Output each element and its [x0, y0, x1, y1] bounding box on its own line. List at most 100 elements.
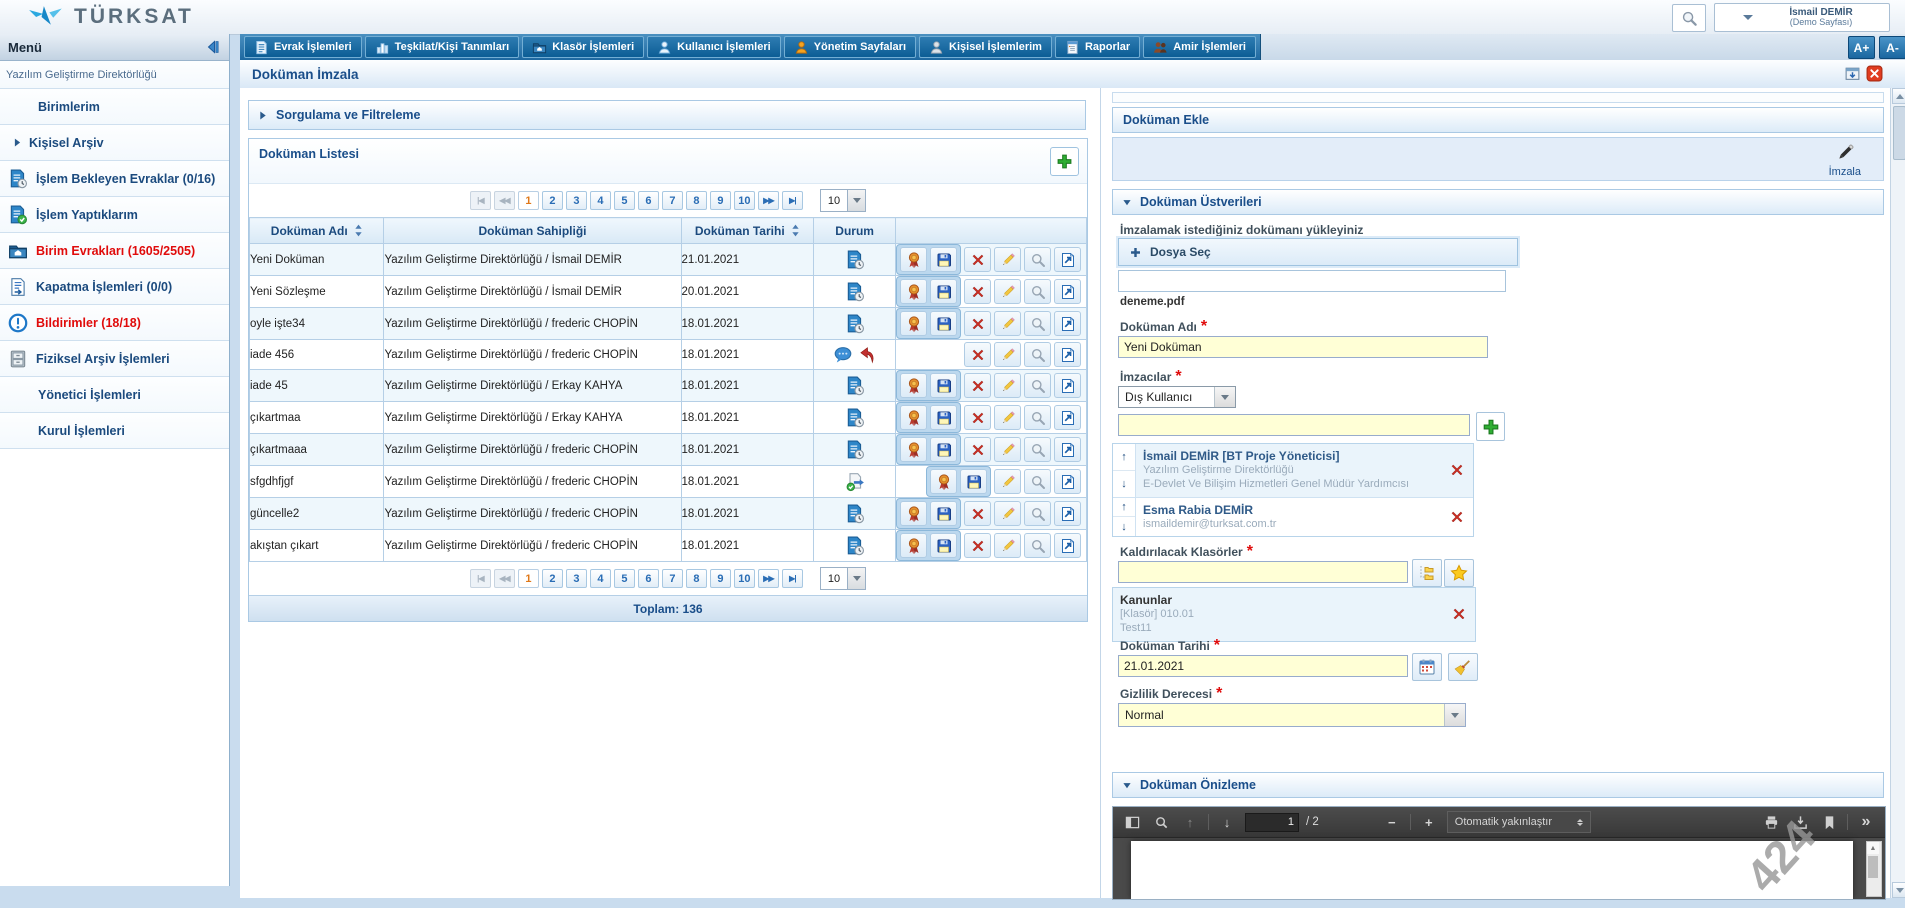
- sign-button[interactable]: [900, 405, 927, 430]
- pdf-scrollbar[interactable]: ▲: [1866, 841, 1882, 897]
- delete-button[interactable]: [964, 279, 991, 304]
- calendar-button[interactable]: [1412, 653, 1442, 681]
- page-7-button[interactable]: 7: [662, 569, 683, 588]
- sidebar-item-kurul-i-lemleri[interactable]: Kurul İşlemleri: [0, 413, 229, 449]
- tab-kullan-c-i-lemleri[interactable]: Kullanıcı İşlemleri: [647, 36, 781, 58]
- open-button[interactable]: [1054, 342, 1081, 367]
- save-button[interactable]: [960, 469, 987, 494]
- pdf-search-icon[interactable]: [1150, 811, 1172, 833]
- page-size-select[interactable]: 10: [820, 189, 866, 212]
- page-9-button[interactable]: 9: [710, 569, 731, 588]
- pdf-bookmark-icon[interactable]: [1818, 811, 1840, 833]
- privacy-select[interactable]: Normal: [1118, 703, 1466, 727]
- page-5-button[interactable]: 5: [614, 569, 635, 588]
- remove-signer-button[interactable]: [1441, 498, 1473, 537]
- open-button[interactable]: [1054, 437, 1081, 462]
- delete-button[interactable]: [964, 373, 991, 398]
- open-button[interactable]: [1054, 279, 1081, 304]
- pdf-page-input[interactable]: [1245, 813, 1299, 832]
- sign-button[interactable]: [900, 311, 927, 336]
- sign-button[interactable]: [900, 247, 927, 272]
- metadata-accordion[interactable]: Doküman Üstverileri: [1112, 189, 1884, 215]
- sign-button[interactable]: [900, 533, 927, 558]
- page-6-button[interactable]: 6: [638, 191, 659, 210]
- add-document-button[interactable]: [1050, 147, 1079, 176]
- sidebar-item-bildirimler-18-18[interactable]: Bildirimler (18/18): [0, 305, 229, 341]
- prev-page-button[interactable]: ◀◀: [494, 569, 515, 588]
- sign-button[interactable]: [900, 437, 927, 462]
- next-page-button[interactable]: ▶▶: [758, 191, 779, 210]
- tab-evrak-i-lemleri[interactable]: Evrak İşlemleri: [244, 36, 362, 58]
- save-button[interactable]: [930, 405, 957, 430]
- sidebar-item-birimlerim[interactable]: Birimlerim: [0, 89, 229, 125]
- save-button[interactable]: [930, 437, 957, 462]
- view-button[interactable]: [1024, 501, 1051, 526]
- move-up-button[interactable]: ↑: [1113, 444, 1135, 471]
- page-7-button[interactable]: 7: [662, 191, 683, 210]
- add-signer-button[interactable]: [1476, 412, 1505, 441]
- open-button[interactable]: [1054, 405, 1081, 430]
- open-button[interactable]: [1054, 501, 1081, 526]
- view-button[interactable]: [1024, 469, 1051, 494]
- view-button[interactable]: [1024, 373, 1051, 398]
- search-button[interactable]: [1672, 4, 1706, 32]
- save-button[interactable]: [930, 279, 957, 304]
- delete-button[interactable]: [964, 501, 991, 526]
- open-button[interactable]: [1054, 373, 1081, 398]
- open-button[interactable]: [1054, 247, 1081, 272]
- view-button[interactable]: [1024, 342, 1051, 367]
- edit-button[interactable]: [994, 311, 1021, 336]
- sidebar-item-y-netici-i-lemleri[interactable]: Yönetici İşlemleri: [0, 377, 229, 413]
- page-8-button[interactable]: 8: [686, 569, 707, 588]
- view-button[interactable]: [1024, 533, 1051, 558]
- edit-button[interactable]: [994, 469, 1021, 494]
- last-page-button[interactable]: ▶|: [782, 569, 803, 588]
- edit-button[interactable]: [994, 533, 1021, 558]
- sign-button[interactable]: [900, 501, 927, 526]
- page-2-button[interactable]: 2: [542, 569, 563, 588]
- save-button[interactable]: [930, 533, 957, 558]
- save-button[interactable]: [930, 501, 957, 526]
- doc-name-input[interactable]: [1118, 336, 1488, 358]
- view-button[interactable]: [1024, 311, 1051, 336]
- pdf-zoom-in-icon[interactable]: +: [1418, 811, 1440, 833]
- pdf-zoom-select[interactable]: Otomatik yakınlaştır: [1447, 811, 1591, 833]
- date-input[interactable]: [1118, 655, 1408, 677]
- sign-button[interactable]: [900, 279, 927, 304]
- font-increase-button[interactable]: A+: [1848, 36, 1875, 59]
- save-button[interactable]: [930, 247, 957, 272]
- sidebar-item-i-lem-yapt-klar-m[interactable]: İşlem Yaptıklarım: [0, 197, 229, 233]
- page-1-button[interactable]: 1: [518, 569, 539, 588]
- col-doc-date[interactable]: Doküman Tarihi: [681, 218, 813, 244]
- page-5-button[interactable]: 5: [614, 191, 635, 210]
- page-2-button[interactable]: 2: [542, 191, 563, 210]
- view-button[interactable]: [1024, 437, 1051, 462]
- last-page-button[interactable]: ▶|: [782, 191, 803, 210]
- sign-button[interactable]: [930, 469, 957, 494]
- delete-button[interactable]: [964, 533, 991, 558]
- view-button[interactable]: [1024, 279, 1051, 304]
- page-4-button[interactable]: 4: [590, 191, 611, 210]
- save-button[interactable]: [930, 373, 957, 398]
- pdf-prev-page-icon[interactable]: ↑: [1179, 811, 1201, 833]
- delete-button[interactable]: [964, 247, 991, 272]
- page-10-button[interactable]: 10: [734, 191, 755, 210]
- pdf-more-tools-icon[interactable]: »: [1855, 811, 1877, 833]
- edit-button[interactable]: [994, 405, 1021, 430]
- remove-signer-button[interactable]: [1441, 444, 1473, 497]
- save-button[interactable]: [930, 311, 957, 336]
- delete-button[interactable]: [964, 342, 991, 367]
- clear-date-button[interactable]: [1448, 653, 1478, 681]
- page-size-select[interactable]: 10: [820, 567, 866, 590]
- close-window-icon[interactable]: [1866, 65, 1883, 82]
- edit-button[interactable]: [994, 247, 1021, 272]
- page-8-button[interactable]: 8: [686, 191, 707, 210]
- tab-amir-i-lemleri[interactable]: Amir İşlemleri: [1143, 36, 1256, 58]
- move-up-button[interactable]: ↑: [1113, 498, 1135, 518]
- view-button[interactable]: [1024, 405, 1051, 430]
- open-button[interactable]: [1054, 533, 1081, 558]
- edit-button[interactable]: [994, 373, 1021, 398]
- sidebar-collapse-icon[interactable]: [205, 39, 221, 55]
- user-menu[interactable]: İsmail DEMİR (Demo Sayfası): [1714, 3, 1890, 32]
- edit-button[interactable]: [994, 279, 1021, 304]
